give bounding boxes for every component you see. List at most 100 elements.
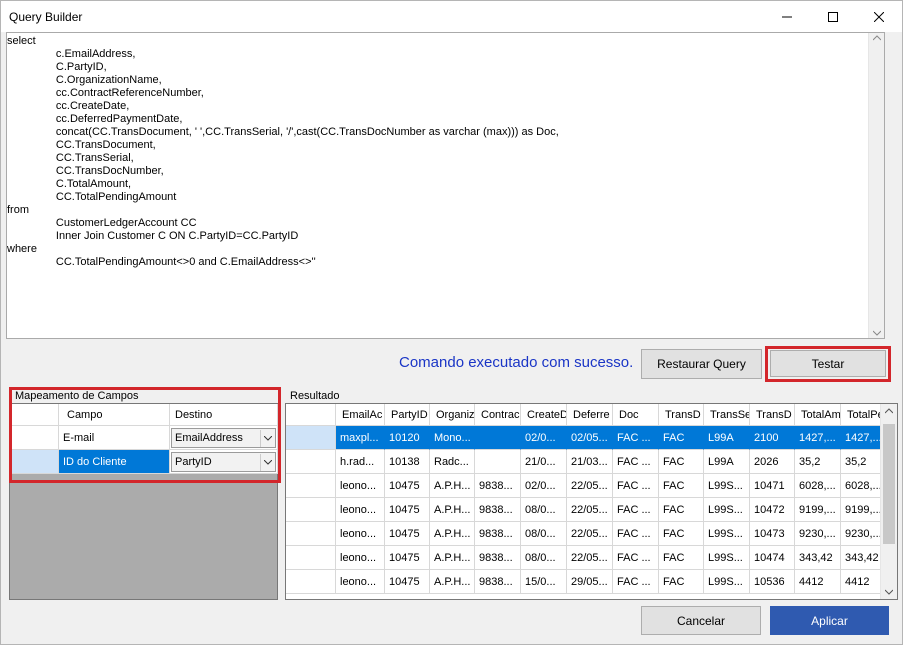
result-row-header[interactable] (286, 498, 336, 522)
result-cell[interactable]: FAC (659, 570, 704, 594)
result-row-header[interactable] (286, 450, 336, 474)
result-cell[interactable]: L99S... (704, 522, 750, 546)
result-cell[interactable]: 35,2 (795, 450, 841, 474)
result-column-header[interactable]: TransSe (704, 404, 750, 426)
result-column-header[interactable]: Organiz (430, 404, 475, 426)
result-cell[interactable]: h.rad... (336, 450, 385, 474)
result-cell[interactable]: 2026 (750, 450, 795, 474)
cancel-button[interactable]: Cancelar (641, 606, 761, 635)
result-cell[interactable]: 10475 (385, 546, 430, 570)
apply-button[interactable]: Aplicar (770, 606, 889, 635)
result-row-header[interactable] (286, 522, 336, 546)
sql-query-editor[interactable]: select c.EmailAddress, C.PartyID, C.Orga… (6, 32, 885, 339)
result-cell[interactable]: leono... (336, 474, 385, 498)
result-cell[interactable]: 10138 (385, 450, 430, 474)
test-button[interactable]: Testar (770, 350, 886, 377)
result-cell[interactable]: 9838... (475, 474, 521, 498)
result-cell[interactable]: 22/05... (567, 474, 613, 498)
result-cell[interactable]: 22/05... (567, 522, 613, 546)
result-cell[interactable]: 10475 (385, 498, 430, 522)
result-cell[interactable]: FAC (659, 546, 704, 570)
result-cell[interactable]: 29/05... (567, 570, 613, 594)
result-column-header[interactable]: TransD (659, 404, 704, 426)
result-cell[interactable]: 02/0... (521, 426, 567, 450)
scroll-up-icon[interactable] (885, 408, 893, 414)
result-cell[interactable]: 10475 (385, 570, 430, 594)
result-column-header[interactable]: EmailAc (336, 404, 385, 426)
result-cell[interactable]: A.P.H... (430, 498, 475, 522)
maximize-button[interactable] (810, 1, 856, 32)
result-cell[interactable]: Radc... (430, 450, 475, 474)
result-cell[interactable]: 10474 (750, 546, 795, 570)
result-cell[interactable]: 02/05... (567, 426, 613, 450)
result-cell[interactable]: 08/0... (521, 546, 567, 570)
result-column-header[interactable]: TransD (750, 404, 795, 426)
result-cell[interactable]: A.P.H... (430, 546, 475, 570)
result-cell[interactable]: leono... (336, 570, 385, 594)
result-cell[interactable]: 10475 (385, 474, 430, 498)
result-cell[interactable]: 02/0... (521, 474, 567, 498)
scrollbar-thumb[interactable] (883, 424, 895, 544)
result-cell[interactable]: 2100 (750, 426, 795, 450)
result-cell[interactable]: 9838... (475, 570, 521, 594)
scroll-down-icon[interactable] (873, 330, 881, 336)
result-cell[interactable]: FAC ... (613, 474, 659, 498)
close-button[interactable] (856, 1, 902, 32)
result-cell[interactable] (475, 450, 521, 474)
result-cell[interactable]: FAC (659, 426, 704, 450)
result-cell[interactable]: 1427,... (795, 426, 841, 450)
result-cell[interactable]: FAC (659, 450, 704, 474)
result-cell[interactable]: 21/0... (521, 450, 567, 474)
result-cell[interactable]: 4412 (795, 570, 841, 594)
result-cell[interactable]: FAC ... (613, 450, 659, 474)
result-column-header[interactable]: TotalAm (795, 404, 841, 426)
result-cell[interactable]: FAC ... (613, 570, 659, 594)
result-cell[interactable]: 10472 (750, 498, 795, 522)
result-cell[interactable]: 343,42 (795, 546, 841, 570)
result-cell[interactable]: FAC ... (613, 546, 659, 570)
result-cell[interactable]: 9838... (475, 546, 521, 570)
restore-query-button[interactable]: Restaurar Query (641, 349, 762, 379)
result-cell[interactable]: 21/03... (567, 450, 613, 474)
result-cell[interactable]: L99S... (704, 474, 750, 498)
result-cell[interactable]: 10471 (750, 474, 795, 498)
result-column-header[interactable]: CreateD (521, 404, 567, 426)
result-cell[interactable]: 9199,... (795, 498, 841, 522)
result-cell[interactable]: 9230,... (795, 522, 841, 546)
result-cell[interactable]: A.P.H... (430, 522, 475, 546)
result-row-header[interactable] (286, 426, 336, 450)
result-cell[interactable]: L99S... (704, 570, 750, 594)
result-cell[interactable]: FAC ... (613, 498, 659, 522)
result-cell[interactable]: leono... (336, 546, 385, 570)
result-cell[interactable]: 08/0... (521, 498, 567, 522)
result-cell[interactable]: FAC (659, 474, 704, 498)
result-cell[interactable]: 10120 (385, 426, 430, 450)
result-cell[interactable]: FAC ... (613, 522, 659, 546)
scroll-up-icon[interactable] (873, 35, 881, 41)
result-row-header[interactable] (286, 546, 336, 570)
result-cell[interactable]: 6028,... (795, 474, 841, 498)
result-cell[interactable]: 08/0... (521, 522, 567, 546)
result-cell[interactable]: maxpl... (336, 426, 385, 450)
result-cell[interactable]: 22/05... (567, 498, 613, 522)
result-cell[interactable]: A.P.H... (430, 474, 475, 498)
scroll-down-icon[interactable] (885, 589, 893, 595)
result-cell[interactable]: L99A (704, 450, 750, 474)
result-cell[interactable]: L99S... (704, 498, 750, 522)
result-cell[interactable]: A.P.H... (430, 570, 475, 594)
result-cell[interactable]: 15/0... (521, 570, 567, 594)
result-cell[interactable]: L99A (704, 426, 750, 450)
result-cell[interactable]: 10536 (750, 570, 795, 594)
result-row-header[interactable] (286, 474, 336, 498)
result-cell[interactable]: 22/05... (567, 546, 613, 570)
result-cell[interactable]: Mono... (430, 426, 475, 450)
result-column-header[interactable]: Deferre (567, 404, 613, 426)
result-column-header[interactable]: Contrac (475, 404, 521, 426)
result-cell[interactable]: 10475 (385, 522, 430, 546)
result-cell[interactable]: L99S... (704, 546, 750, 570)
minimize-button[interactable] (764, 1, 810, 32)
result-cell[interactable]: leono... (336, 522, 385, 546)
result-cell[interactable]: FAC (659, 522, 704, 546)
result-column-header[interactable]: Doc (613, 404, 659, 426)
sql-scrollbar[interactable] (868, 33, 884, 338)
